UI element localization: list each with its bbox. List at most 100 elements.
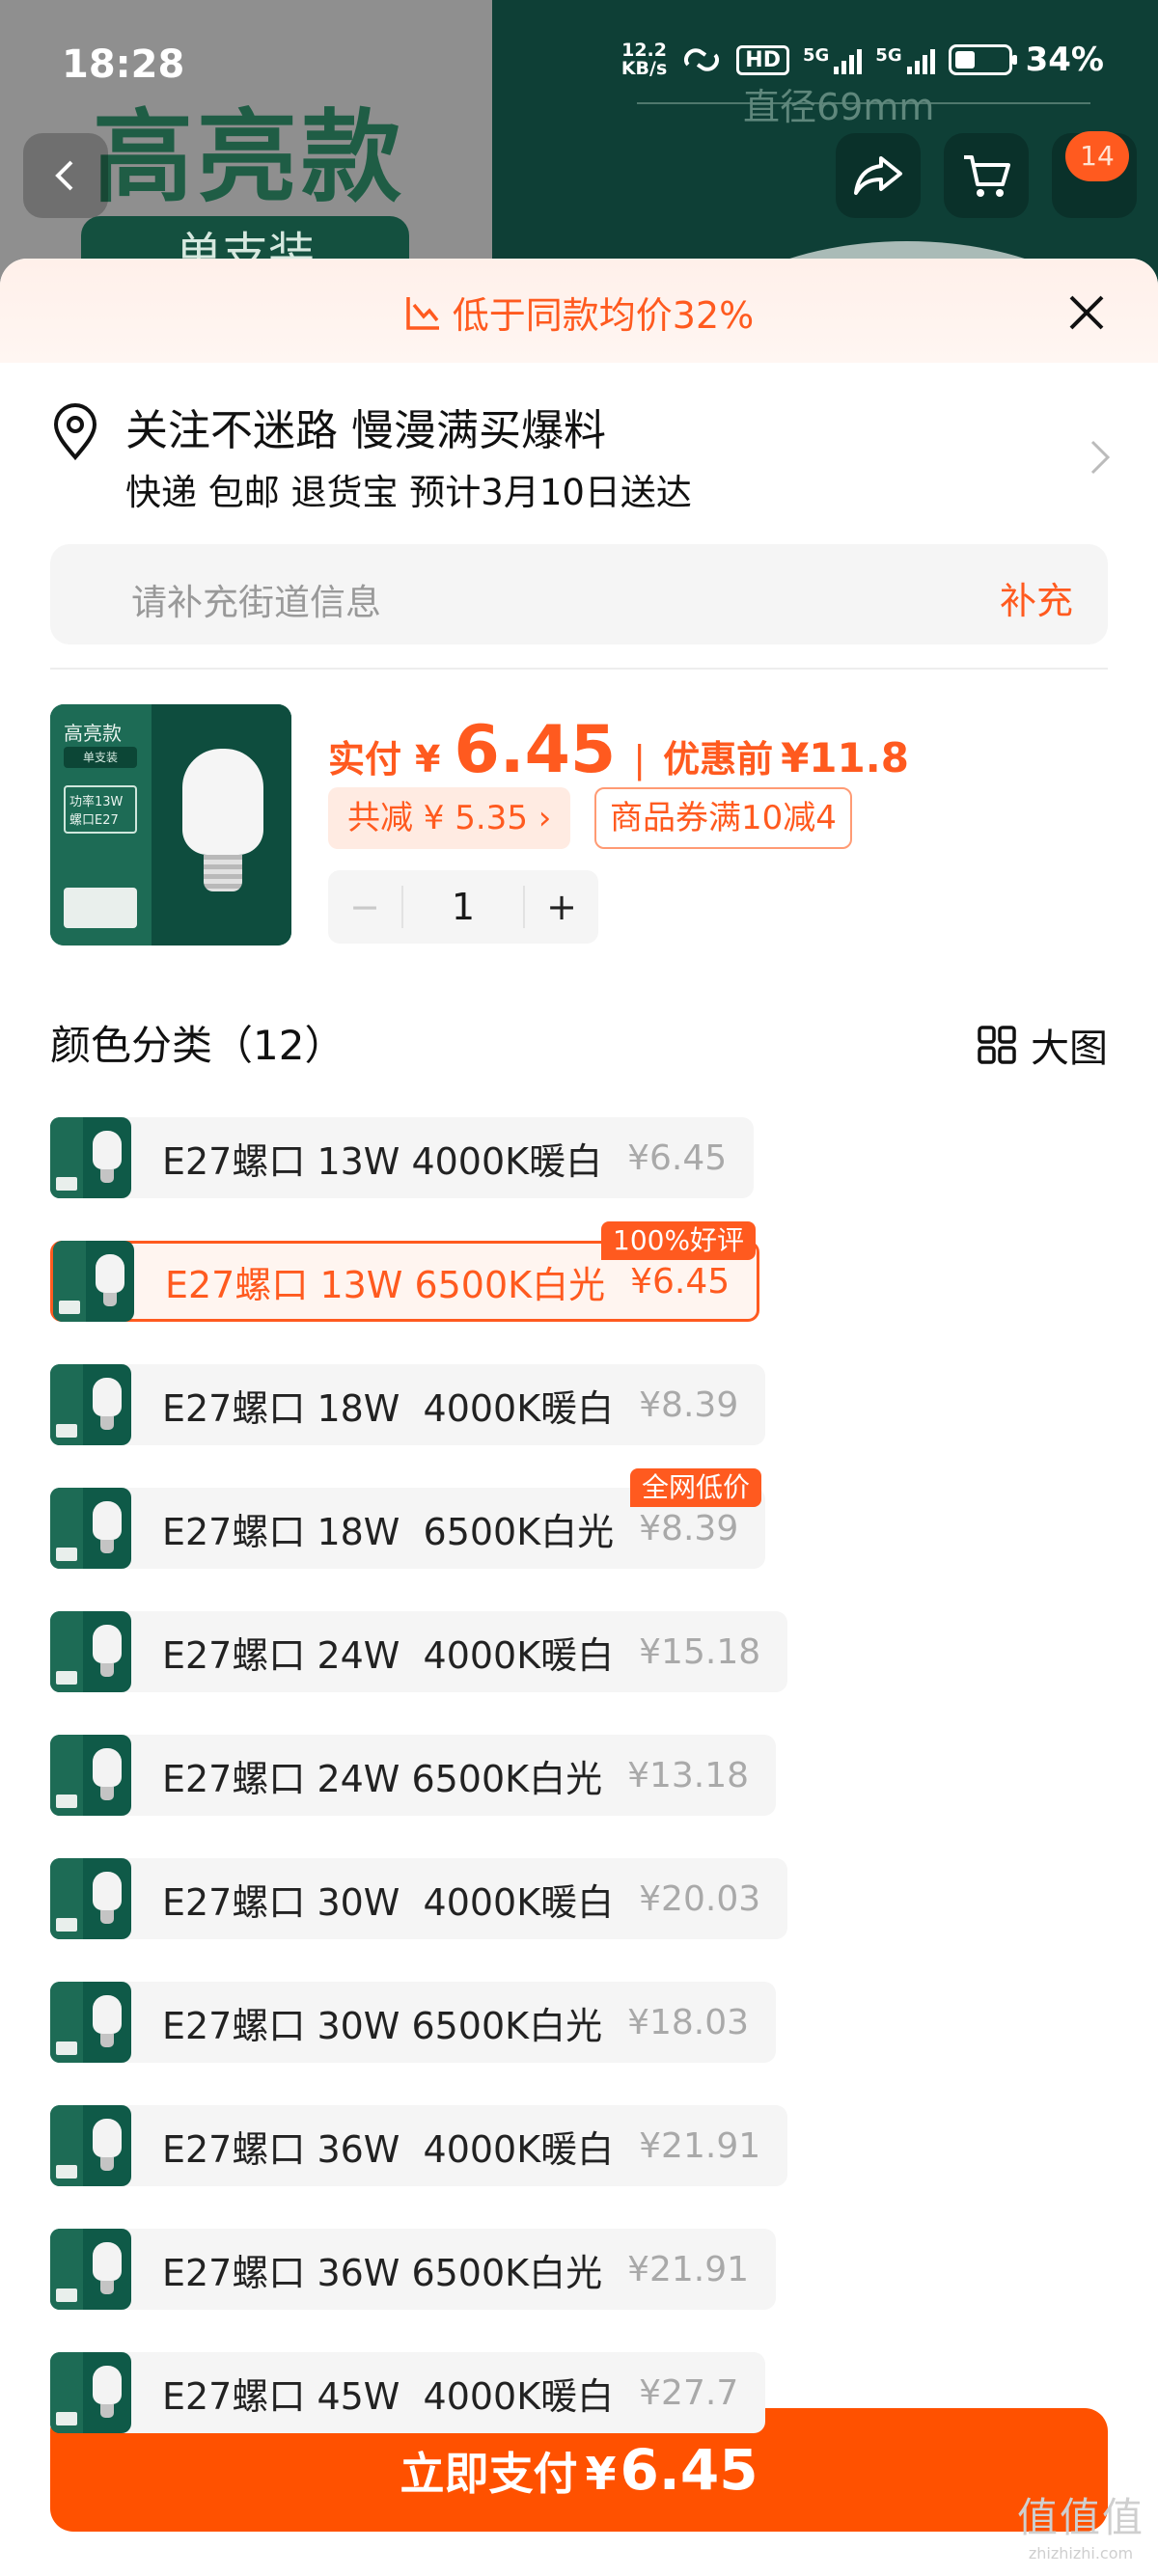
back-button[interactable] bbox=[23, 133, 108, 218]
bulb-base-image bbox=[204, 855, 242, 891]
variant-price: ¥8.39 bbox=[639, 1384, 739, 1425]
hd-badge: HD bbox=[736, 44, 789, 75]
thumbnail-badge: 单支装 bbox=[64, 747, 137, 768]
network-speed: 12.2 KB/s bbox=[621, 41, 667, 78]
variant-option[interactable]: E27螺口 13W 4000K暖白 ¥6.45 bbox=[50, 1117, 755, 1198]
variant-section-title: 颜色分类（12） bbox=[50, 1022, 345, 1069]
variant-badge: 全网低价 bbox=[630, 1468, 762, 1507]
signal-label: 5G bbox=[875, 45, 902, 66]
pay-now-currency: ¥ bbox=[585, 2448, 617, 2500]
actual-price-value: 6.45 bbox=[454, 712, 617, 788]
variant-thumbnail bbox=[50, 1117, 131, 1198]
variant-option[interactable]: E27螺口 18W 4000K暖白 ¥8.39 bbox=[50, 1364, 766, 1445]
variant-name: E27螺口 18W 6500K白光 bbox=[162, 1510, 615, 1553]
variant-name: E27螺口 18W 4000K暖白 bbox=[162, 1386, 615, 1430]
variant-thumbnail bbox=[50, 1611, 131, 1692]
variant-price: ¥20.03 bbox=[639, 1878, 761, 1919]
delivery-info: 快递 包邮 退货宝 预计3月10日送达 bbox=[125, 472, 692, 513]
watermark-logo: 值值值 bbox=[1016, 2494, 1144, 2541]
thumbnail-spec: 功率13W 螺口E27 bbox=[64, 785, 137, 834]
price-banner: 低于同款均价32% bbox=[0, 259, 1158, 363]
watermark: 值值值 zhizhizhi.com bbox=[1017, 2485, 1144, 2562]
quantity-stepper: − 1 + bbox=[328, 870, 598, 944]
price-line: 实付 ¥ 6.45 | 优惠前 ¥11.8 bbox=[328, 712, 909, 788]
location-pin-icon bbox=[53, 403, 97, 461]
variant-thumbnail bbox=[50, 2352, 131, 2433]
divider bbox=[50, 668, 1108, 670]
address-title: 关注不迷路 慢漫满买爆料 bbox=[125, 406, 606, 455]
close-icon bbox=[1069, 295, 1104, 330]
variant-name: E27螺口 24W 6500K白光 bbox=[162, 1757, 603, 1800]
banner-content: 低于同款均价32% bbox=[0, 286, 1158, 339]
total-discount-tag[interactable]: 共减 ¥ 5.35 › bbox=[328, 787, 571, 849]
variant-thumbnail bbox=[50, 2105, 131, 2186]
status-bar: 18:28 12.2 KB/s HD 5G 5G 34% bbox=[0, 0, 1158, 125]
battery-percent: 34% bbox=[1025, 41, 1104, 79]
thumbnail-lamp-image bbox=[64, 888, 137, 928]
variant-price: ¥21.91 bbox=[627, 2249, 750, 2289]
original-price-label: 优惠前 bbox=[663, 738, 774, 781]
variant-name: E27螺口 24W 4000K暖白 bbox=[162, 1633, 615, 1677]
network-speed-unit: KB/s bbox=[620, 58, 668, 79]
variant-price: ¥6.45 bbox=[630, 1261, 731, 1302]
actual-price-currency: ¥ bbox=[415, 738, 441, 781]
coupon-tag: 商品券满10减4 bbox=[594, 787, 852, 849]
cart-icon bbox=[964, 155, 1010, 197]
actual-price-label: 实付 bbox=[328, 738, 402, 781]
variant-name: E27螺口 45W 4000K暖白 bbox=[162, 2374, 615, 2418]
bulb-image bbox=[182, 749, 263, 855]
link-icon bbox=[684, 48, 720, 71]
close-button[interactable] bbox=[1058, 284, 1116, 342]
street-info-field[interactable]: 请补充街道信息 补充 bbox=[50, 544, 1108, 644]
variant-name: E27螺口 36W 4000K暖白 bbox=[162, 2127, 615, 2171]
variant-thumbnail bbox=[50, 1982, 131, 2063]
big-image-toggle[interactable]: 大图 bbox=[977, 1017, 1108, 1073]
variant-name: E27螺口 13W 6500K白光 bbox=[165, 1263, 606, 1306]
purchase-sheet: 低于同款均价32% 关注不迷路 慢漫满买爆料 快递 包邮 退货宝 预计3月10日… bbox=[0, 259, 1158, 2576]
pay-now-amount: 6.45 bbox=[620, 2437, 758, 2503]
variant-price: ¥15.18 bbox=[639, 1631, 761, 1672]
chevron-right-icon bbox=[1090, 440, 1111, 475]
variant-thumbnail bbox=[50, 1858, 131, 1939]
share-button[interactable] bbox=[836, 133, 921, 218]
delivery-address[interactable]: 关注不迷路 慢漫满买爆料 快递 包邮 退货宝 预计3月10日送达 bbox=[50, 396, 1112, 521]
variant-option[interactable]: E27螺口 24W 4000K暖白 ¥15.18 bbox=[50, 1611, 788, 1692]
supplement-button[interactable]: 补充 bbox=[1000, 571, 1073, 624]
grid-view-icon bbox=[978, 1026, 1016, 1064]
quantity-decrease-button[interactable]: − bbox=[328, 870, 401, 944]
price-separator: | bbox=[633, 738, 647, 781]
variant-option[interactable]: E27螺口 45W 4000K暖白 ¥27.7 bbox=[50, 2352, 766, 2433]
variant-price: ¥6.45 bbox=[627, 1137, 728, 1178]
signal-icon: 5G bbox=[875, 45, 935, 74]
variant-thumbnail bbox=[53, 1241, 134, 1322]
variant-price: ¥8.39 bbox=[639, 1508, 739, 1548]
thumbnail-label-panel: 高亮款 单支装 功率13W 螺口E27 bbox=[50, 704, 152, 945]
cart-button[interactable] bbox=[944, 133, 1029, 218]
quantity-value[interactable]: 1 bbox=[401, 886, 525, 928]
status-time: 18:28 bbox=[62, 42, 185, 87]
variant-badge: 100%好评 bbox=[601, 1221, 757, 1260]
original-price-value: ¥11.8 bbox=[781, 734, 909, 781]
street-info-placeholder: 请补充街道信息 bbox=[131, 582, 381, 623]
variant-price: ¥21.91 bbox=[639, 2125, 761, 2166]
variant-name: E27螺口 30W 4000K暖白 bbox=[162, 1880, 615, 1924]
variant-name: E27螺口 36W 6500K白光 bbox=[162, 2251, 603, 2294]
variant-option[interactable]: E27螺口 36W 4000K暖白 ¥21.91 bbox=[50, 2105, 788, 2186]
variant-price: ¥18.03 bbox=[627, 2002, 750, 2042]
signal-label: 5G bbox=[802, 45, 830, 66]
variant-option[interactable]: E27螺口 30W 4000K暖白 ¥20.03 bbox=[50, 1858, 788, 1939]
share-icon bbox=[854, 156, 902, 195]
quantity-increase-button[interactable]: + bbox=[525, 870, 598, 944]
variant-option[interactable]: E27螺口 24W 6500K白光 ¥13.18 bbox=[50, 1735, 777, 1816]
variant-thumbnail bbox=[50, 1735, 131, 1816]
banner-text: 低于同款均价32% bbox=[452, 294, 755, 337]
variant-thumbnail bbox=[50, 1364, 131, 1445]
back-arrow-icon bbox=[55, 160, 73, 191]
battery-icon bbox=[948, 44, 1017, 75]
thumbnail-title: 高亮款 bbox=[64, 722, 122, 745]
variant-price: ¥13.18 bbox=[627, 1755, 750, 1795]
big-image-label: 大图 bbox=[1031, 1027, 1108, 1071]
product-thumbnail[interactable]: 高亮款 单支装 功率13W 螺口E27 bbox=[50, 704, 291, 945]
variant-option[interactable]: E27螺口 36W 6500K白光 ¥21.91 bbox=[50, 2229, 777, 2310]
variant-option[interactable]: E27螺口 30W 6500K白光 ¥18.03 bbox=[50, 1982, 777, 2063]
